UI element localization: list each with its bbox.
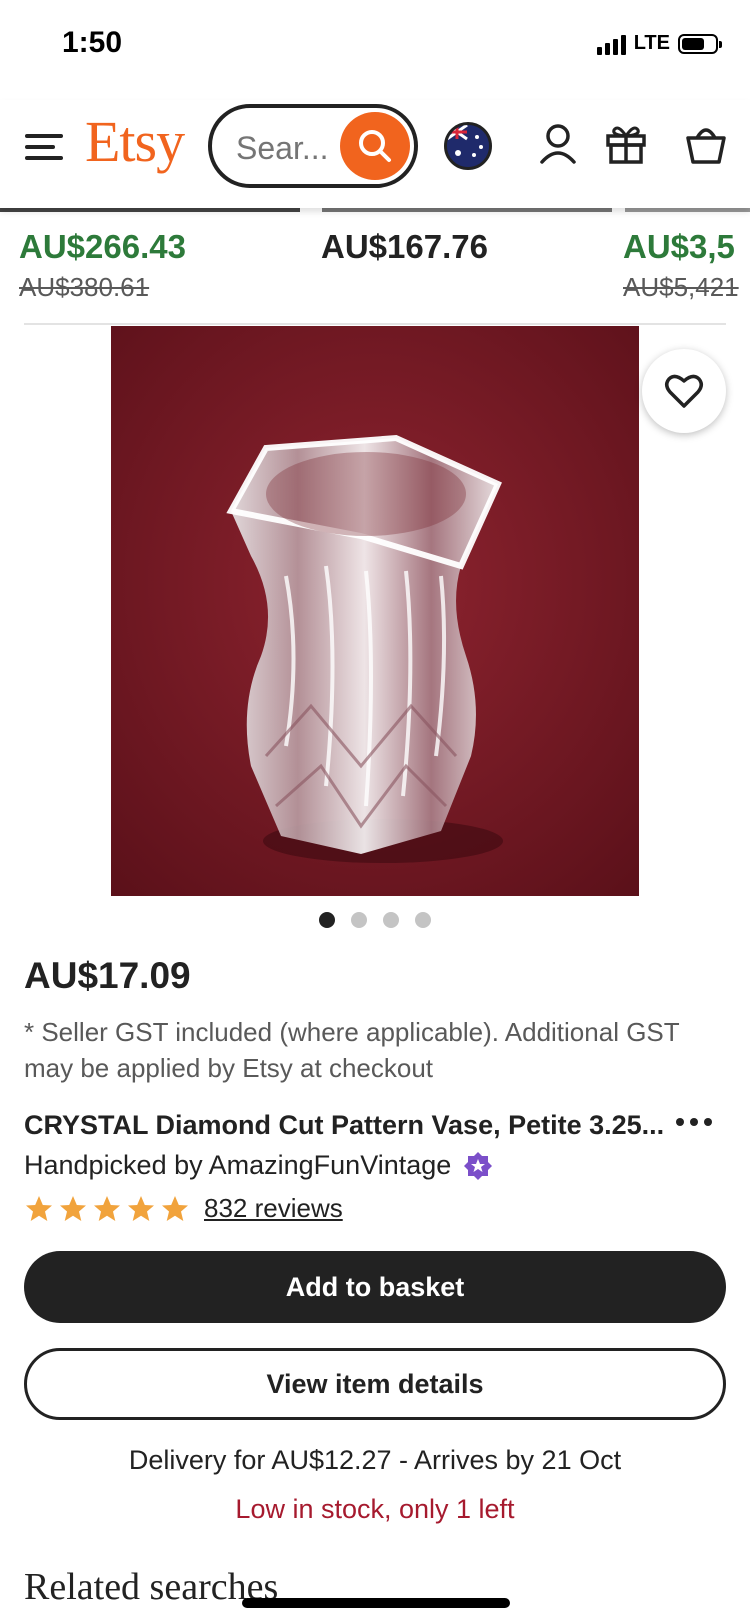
strip-image-edge (322, 208, 612, 212)
strip-image-edge (625, 208, 750, 212)
menu-icon[interactable] (25, 132, 63, 162)
star-icon (94, 1195, 120, 1221)
stock-warning: Low in stock, only 1 left (235, 1494, 515, 1524)
star-icon (128, 1195, 154, 1221)
star-seller-badge-icon (464, 1151, 493, 1180)
account-icon[interactable] (534, 120, 582, 168)
image-carousel-dots (0, 912, 750, 928)
heart-icon (665, 374, 703, 408)
star-icon (26, 1195, 52, 1221)
related-searches-heading: Related searches (24, 1566, 279, 1608)
strip-price[interactable]: AU$167.76 (321, 228, 488, 266)
home-indicator[interactable] (242, 1598, 510, 1608)
status-bar: 1:50 LTE (0, 0, 750, 92)
carousel-dot[interactable] (383, 912, 399, 928)
search-bar[interactable]: Sear... (208, 104, 418, 188)
status-time: 1:50 (62, 26, 123, 59)
carousel-dot[interactable] (319, 912, 335, 928)
favorite-button[interactable] (642, 349, 726, 433)
reviews-link[interactable]: 832 reviews (204, 1193, 343, 1224)
strip-price[interactable]: AU$266.43 (19, 228, 186, 266)
add-to-basket-button[interactable]: Add to basket (24, 1251, 726, 1323)
search-button[interactable] (340, 112, 410, 180)
status-indicators: LTE (596, 32, 722, 55)
search-icon (359, 130, 391, 162)
carousel-dot[interactable] (351, 912, 367, 928)
rating-row: 832 reviews (24, 1193, 343, 1224)
product-image[interactable] (111, 326, 639, 896)
recommended-strip: AU$266.43 AU$380.61 AU$167.76 AU$3,5 AU$… (0, 208, 750, 326)
more-options-icon[interactable] (676, 1118, 712, 1126)
basket-icon[interactable] (682, 120, 730, 168)
view-item-details-button[interactable]: View item details (24, 1348, 726, 1420)
product-title[interactable]: CRYSTAL Diamond Cut Pattern Vase, Petite… (24, 1110, 664, 1141)
etsy-logo[interactable]: Etsy (85, 108, 185, 175)
seller-text[interactable]: Handpicked by AmazingFunVintage (24, 1150, 451, 1181)
search-input[interactable]: Sear... (236, 130, 329, 167)
gift-icon[interactable] (602, 120, 650, 168)
signal-icon (596, 33, 626, 55)
delivery-info: Delivery for AU$12.27 - Arrives by 21 Oc… (128, 1445, 622, 1475)
strip-original-price: AU$380.61 (19, 272, 150, 302)
battery-icon (678, 33, 722, 54)
strip-price[interactable]: AU$3,5 (623, 228, 735, 266)
strip-original-price: AU$5,421 (623, 272, 739, 302)
title-row: CRYSTAL Diamond Cut Pattern Vase, Petite… (24, 1110, 726, 1146)
strip-image-edge (0, 208, 300, 212)
star-icon (60, 1195, 86, 1221)
divider (24, 323, 726, 325)
seller-line: Handpicked by AmazingFunVintage (24, 1150, 493, 1181)
network-label: LTE (633, 32, 670, 54)
product-price: AU$17.09 (24, 955, 191, 996)
australia-flag-icon[interactable] (444, 122, 492, 170)
site-header: Etsy Sear... (0, 100, 750, 208)
carousel-dot[interactable] (415, 912, 431, 928)
star-icon (162, 1195, 188, 1221)
gst-note: * Seller GST included (where applicable)… (24, 1017, 680, 1083)
